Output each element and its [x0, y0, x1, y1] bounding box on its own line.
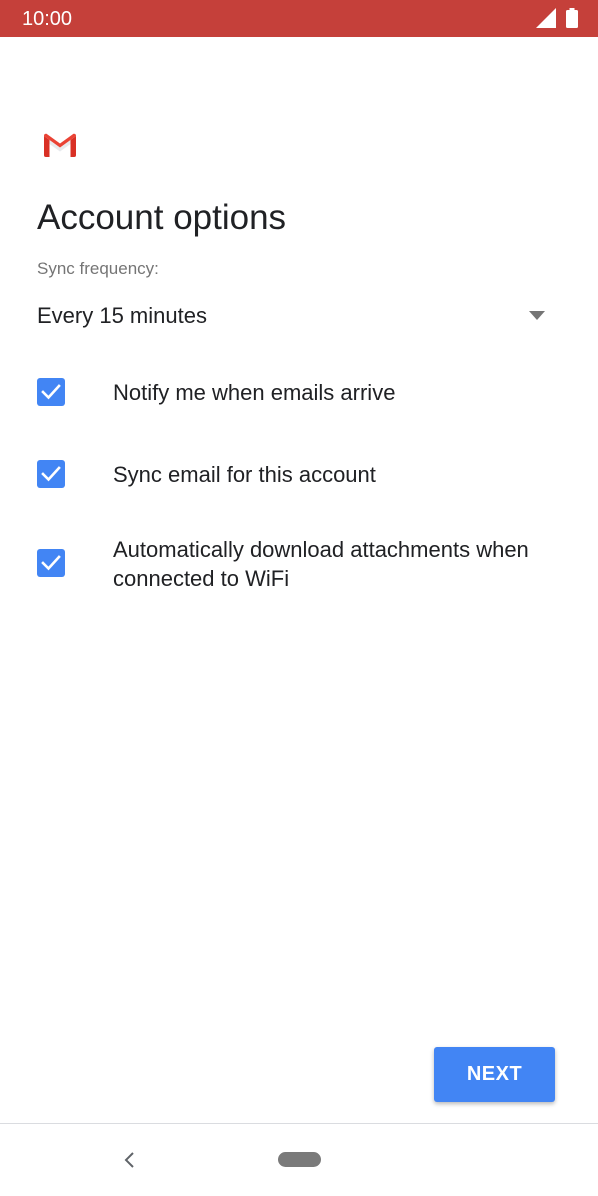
option-auto-download[interactable]: Automatically download attachments when …	[37, 535, 551, 595]
status-bar: 10:00	[0, 0, 598, 37]
checkmark-icon	[41, 555, 61, 571]
option-sync-email[interactable]: Sync email for this account	[37, 460, 551, 490]
page-title: Account options	[37, 198, 287, 237]
next-button[interactable]: NEXT	[434, 1047, 555, 1102]
option-label: Automatically download attachments when …	[113, 537, 529, 591]
notify-checkbox[interactable]	[37, 378, 65, 406]
gmail-logo	[44, 133, 76, 157]
home-pill[interactable]	[278, 1152, 321, 1167]
checkmark-icon	[41, 384, 61, 400]
option-label: Sync email for this account	[113, 462, 376, 487]
sync-frequency-label: Sync frequency:	[37, 259, 159, 278]
sync-email-checkbox[interactable]	[37, 460, 65, 488]
signal-icon	[536, 8, 556, 28]
option-notify[interactable]: Notify me when emails arrive	[37, 378, 551, 408]
status-icons	[536, 8, 578, 28]
battery-icon	[566, 8, 578, 28]
status-time: 10:00	[22, 8, 73, 30]
dropdown-arrow-icon	[529, 311, 545, 320]
sync-frequency-dropdown[interactable]: Every 15 minutes	[37, 296, 551, 336]
sync-frequency-value: Every 15 minutes	[37, 303, 207, 328]
checkmark-icon	[41, 466, 61, 482]
back-icon[interactable]	[118, 1148, 142, 1172]
auto-download-checkbox[interactable]	[37, 549, 65, 577]
navigation-bar	[0, 1124, 598, 1196]
option-label: Notify me when emails arrive	[113, 380, 396, 405]
